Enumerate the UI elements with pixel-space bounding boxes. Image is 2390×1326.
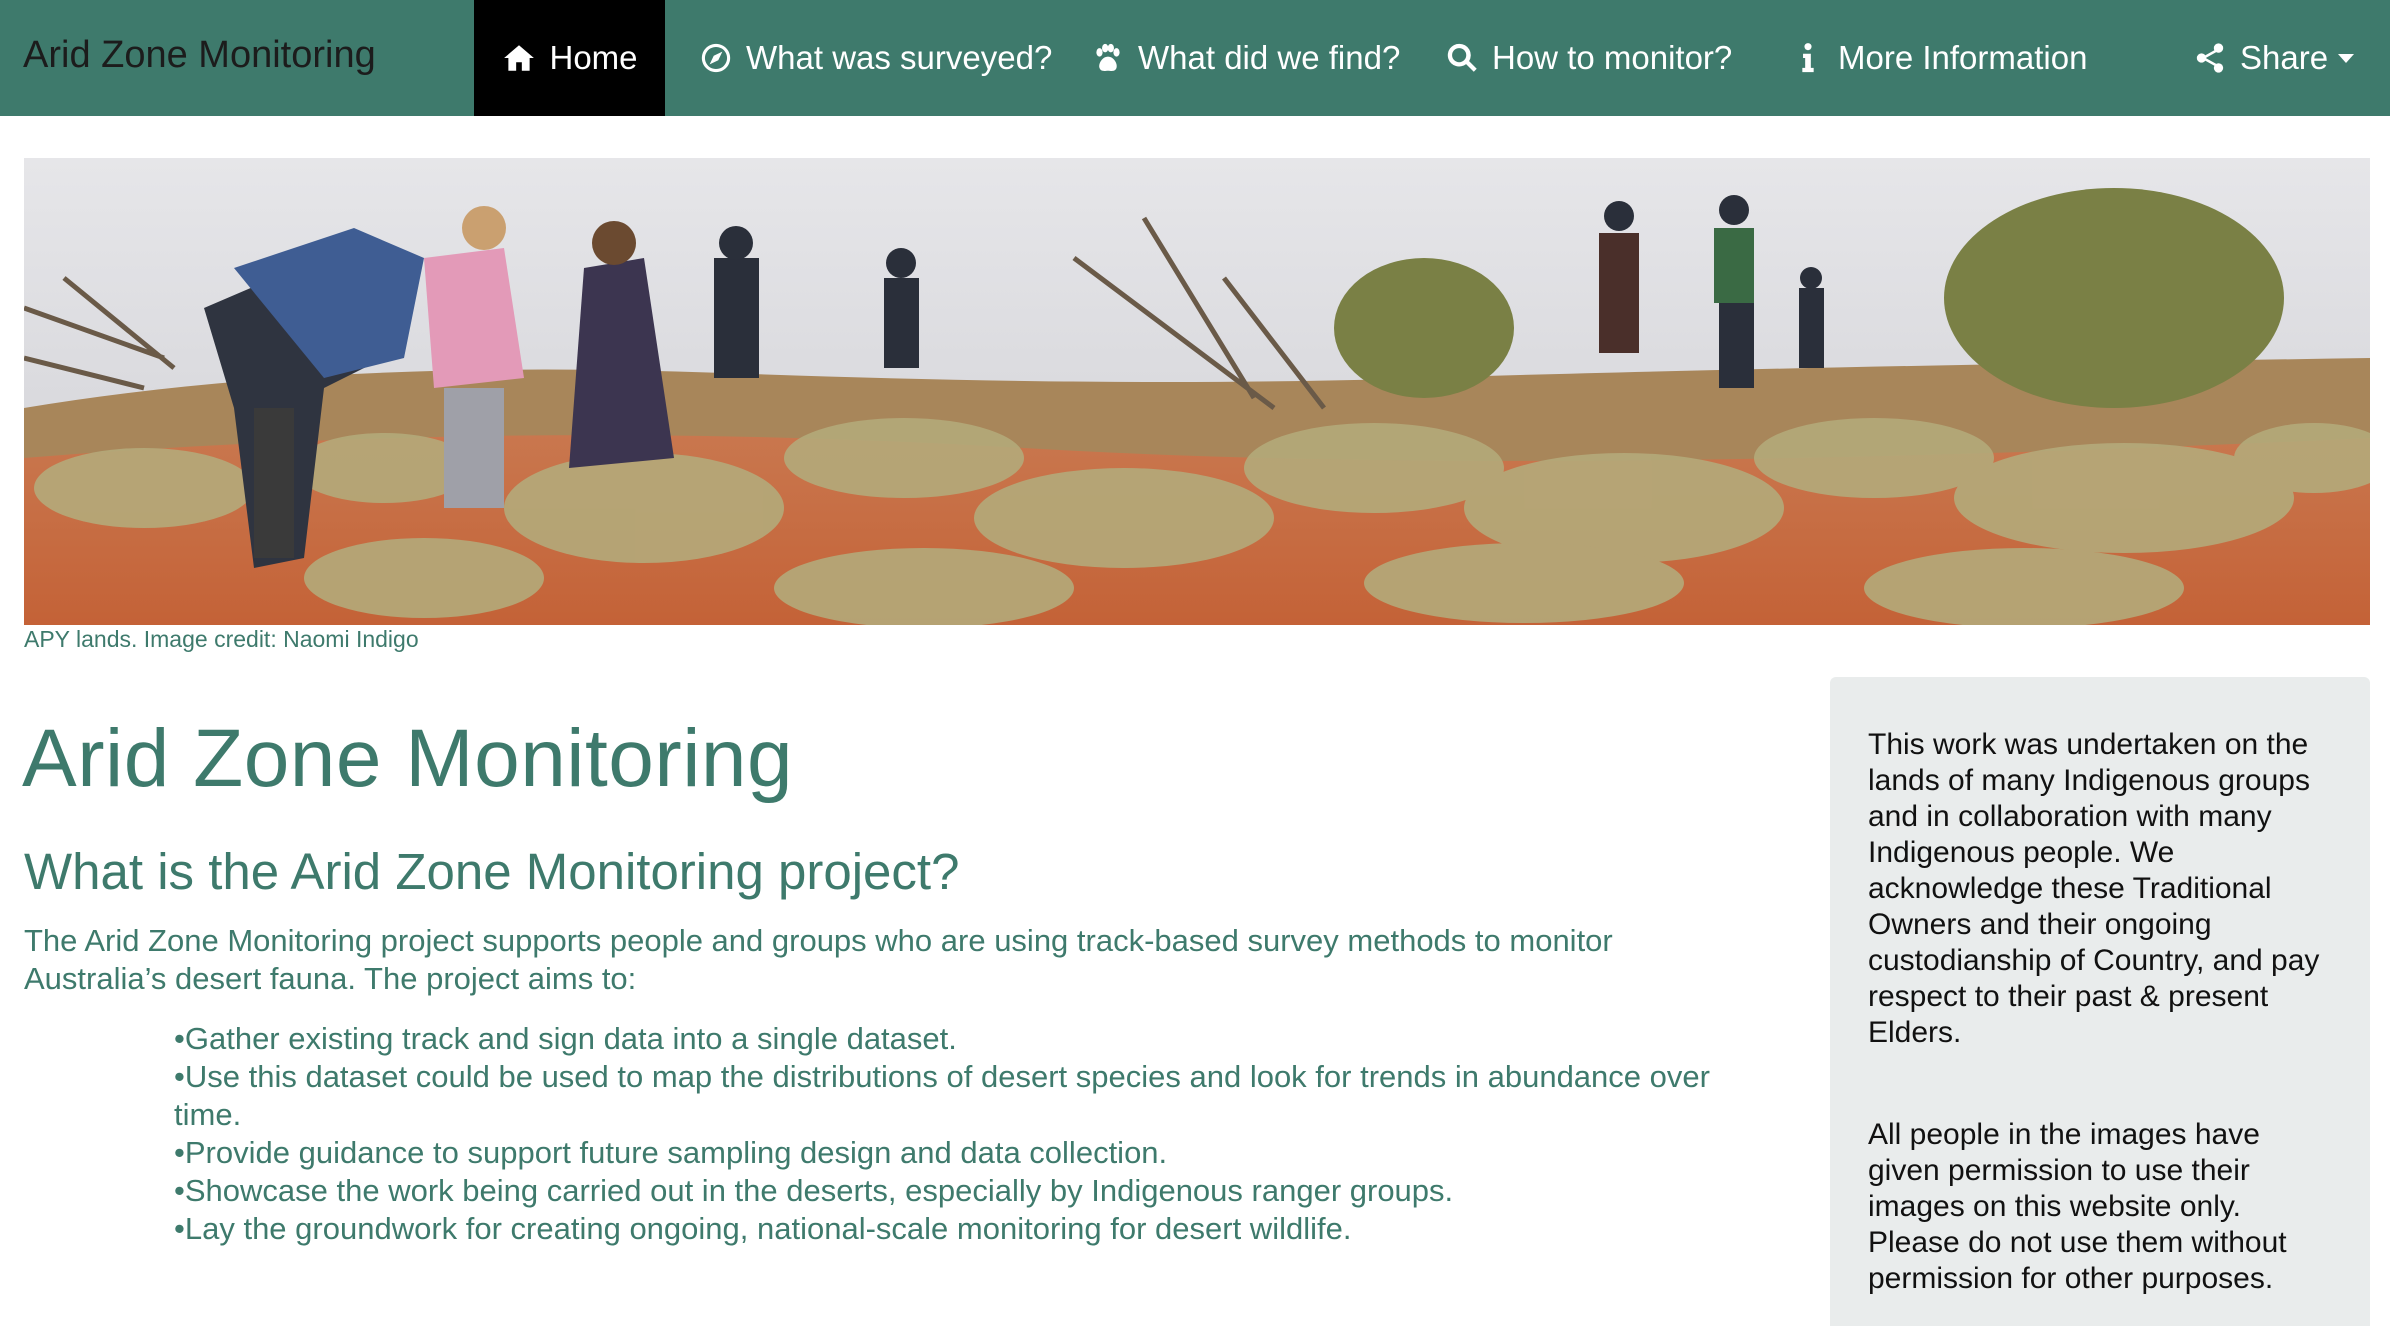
nav-what-was-surveyed[interactable]: What was surveyed? [698,0,1052,116]
home-icon [501,40,537,76]
acknowledgement-text: This work was undertaken on the lands of… [1868,728,2320,1049]
list-item: Showcase the work being carried out in t… [174,1172,1754,1210]
hero-banner-image [24,158,2370,625]
compass-icon [698,40,734,76]
nav-share-label: Share [2240,39,2329,76]
nav-home[interactable]: Home [474,0,665,116]
list-item: Use this dataset could be used to map th… [174,1058,1754,1134]
intro-paragraph: The Arid Zone Monitoring project support… [24,923,1613,996]
paw-icon [1090,40,1126,76]
chevron-down-icon [2338,53,2355,63]
nav-share-dropdown[interactable]: Share [2192,0,2355,116]
list-item: Provide guidance to support future sampl… [174,1134,1754,1172]
search-icon [1444,40,1480,76]
page-title: Arid Zone Monitoring [22,713,794,804]
nav-home-label: Home [549,39,638,76]
nav-what-was-surveyed-label: What was surveyed? [746,39,1053,76]
nav-more-information[interactable]: More Information [1790,0,2087,116]
banner-caption: APY lands. Image credit: Naomi Indigo [24,626,419,652]
share-icon [2192,40,2228,76]
nav-what-did-we-find[interactable]: What did we find? [1090,0,1400,116]
acknowledgement-sidebar: This work was undertaken on the lands of… [1830,677,2370,1326]
nav-what-did-we-find-label: What did we find? [1138,39,1401,76]
info-icon [1790,40,1826,76]
nav-how-to-monitor[interactable]: How to monitor? [1444,0,1732,116]
list-item: Lay the groundwork for creating ongoing,… [174,1210,1754,1248]
section-heading: What is the Arid Zone Monitoring project… [24,843,960,900]
site-brand[interactable]: Arid Zone Monitoring [23,0,376,116]
list-item: Gather existing track and sign data into… [174,1020,1754,1058]
project-aims-list: Gather existing track and sign data into… [174,1020,1754,1248]
image-permission-text: All people in the images have given perm… [1868,1118,2287,1295]
top-navbar: Arid Zone Monitoring Home What was surve… [0,0,2390,116]
nav-more-information-label: More Information [1838,39,2088,76]
nav-how-to-monitor-label: How to monitor? [1492,39,1733,76]
